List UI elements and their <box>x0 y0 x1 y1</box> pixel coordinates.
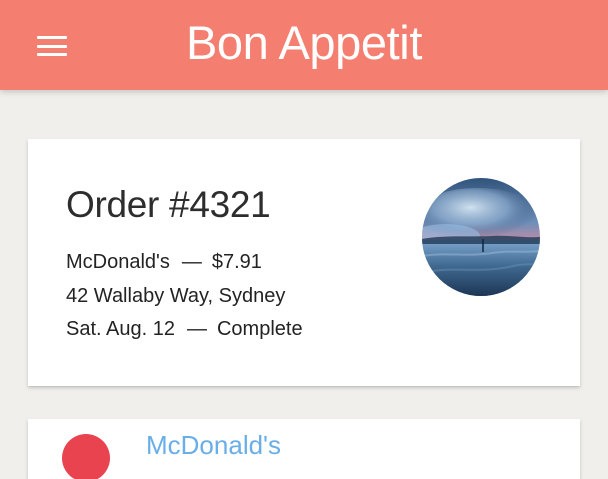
menu-line <box>37 53 67 56</box>
dash-separator: — <box>181 251 202 273</box>
restaurant-name: McDonald's <box>66 251 170 273</box>
red-circle-avatar <box>62 434 110 479</box>
restaurant-photo <box>422 178 540 296</box>
menu-line <box>37 44 67 48</box>
restaurant-price-line: McDonald's — $7.91 <box>66 249 262 275</box>
order-card[interactable]: Order #4321 McDonald's — $7.91 42 Wallaby … <box>28 139 580 386</box>
date-status-line: Sat. Aug. 12 — Complete <box>66 316 303 342</box>
order-status: Complete <box>216 318 303 340</box>
order-title: Order #4321 <box>66 184 271 225</box>
menu-line <box>37 36 67 39</box>
app-title: Bon Appetit <box>185 16 423 69</box>
order-price: $7.91 <box>211 251 262 273</box>
next-order-title: McDonald's <box>146 430 282 460</box>
lake-sunset-photo <box>422 178 540 296</box>
dash-separator: — <box>186 318 207 340</box>
next-order-card[interactable]: McDonald's <box>28 419 580 479</box>
menu-button[interactable] <box>28 26 76 66</box>
hamburger-menu-icon <box>37 36 67 56</box>
order-date: Sat. Aug. 12 <box>66 318 175 340</box>
delivery-address: 42 Wallaby Way, Sydney <box>66 285 286 307</box>
top-app-bar: Bon Appetit <box>0 0 608 90</box>
